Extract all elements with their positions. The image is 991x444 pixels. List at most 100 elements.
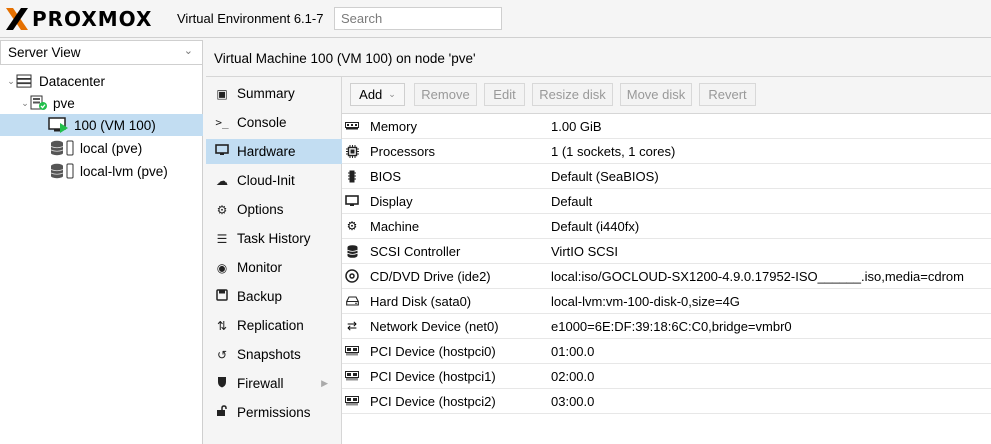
hardware-name: PCI Device (hostpci1) (370, 368, 496, 384)
cloud-icon: ☁ (216, 173, 228, 188)
tree-item-label: local-lvm (pve) (80, 163, 168, 179)
move-disk-button[interactable]: Move disk (620, 83, 692, 106)
vm-panel: Virtual Machine 100 (VM 100) on node 'pv… (206, 40, 991, 444)
nav-item-console[interactable]: >_ Console (206, 110, 342, 135)
tree-item-local[interactable]: local (pve) (0, 137, 203, 159)
nav-item-cloud-init[interactable]: ☁ Cloud-Init (206, 168, 342, 193)
hardware-value: local-lvm:vm-100-disk-0,size=4G (551, 293, 740, 309)
resource-tree-panel: Server View ⌄ ⌄ Datacenter ⌄ pve 100 (VM… (0, 40, 203, 444)
nav-item-label: Firewall (237, 376, 284, 391)
hardware-name: BIOS (370, 168, 402, 184)
revert-button[interactable]: Revert (699, 83, 756, 106)
shield-icon (214, 376, 230, 391)
tree-item-local-lvm[interactable]: local-lvm (pve) (0, 160, 203, 182)
nav-item-firewall[interactable]: Firewall ▶ (206, 371, 342, 396)
vm-running-icon (48, 117, 68, 133)
console-icon: >_ (215, 116, 229, 129)
retweet-icon: ⇅ (216, 318, 228, 333)
desktop-icon (214, 144, 230, 159)
nav-item-summary[interactable]: ▣ Summary (206, 81, 342, 106)
tree-toggle-icon[interactable]: ⌄ (6, 76, 16, 87)
hardware-row-memory[interactable]: Memory 1.00 GiB (342, 114, 991, 139)
hardware-value: 1.00 GiB (551, 118, 602, 134)
hardware-name: SCSI Controller (370, 243, 461, 259)
page-title: Virtual Machine 100 (VM 100) on node 'pv… (206, 40, 991, 77)
hardware-value: Default (SeaBIOS) (551, 168, 659, 184)
tree-item-vm-100[interactable]: 100 (VM 100) (0, 114, 203, 136)
hardware-view: Add ⌄ Remove Edit Resize disk Move disk … (342, 77, 991, 444)
nav-item-options[interactable]: ⚙ Options (206, 197, 342, 222)
nav-item-replication[interactable]: ⇅ Replication (206, 313, 342, 338)
tree-item-datacenter[interactable]: ⌄ Datacenter (0, 70, 203, 92)
product-version: Virtual Environment 6.1-7 (177, 11, 324, 26)
hardware-toolbar: Add ⌄ Remove Edit Resize disk Move disk … (342, 77, 991, 114)
remove-button[interactable]: Remove (414, 83, 477, 106)
storage-icon (50, 140, 74, 156)
datacenter-icon (16, 74, 32, 88)
nav-item-backup[interactable]: Backup (206, 284, 342, 309)
hardware-value: Default (i440fx) (551, 218, 640, 234)
add-button-label: Add (359, 87, 383, 102)
tree-toggle-icon[interactable]: ⌄ (20, 98, 30, 109)
cpu-icon (345, 144, 359, 158)
hardware-row-network-device[interactable]: ⇄ Network Device (net0) e1000=6E:DF:39:1… (342, 314, 991, 339)
hardware-row-bios[interactable]: BIOS Default (SeaBIOS) (342, 164, 991, 189)
hardware-name: Memory (370, 118, 417, 134)
nav-item-label: Replication (237, 318, 304, 333)
view-select[interactable]: Server View ⌄ (0, 40, 203, 65)
hardware-value: VirtIO SCSI (551, 243, 618, 259)
top-bar: PROXMOX Virtual Environment 6.1-7 (0, 0, 991, 38)
hardware-row-processors[interactable]: Processors 1 (1 sockets, 1 cores) (342, 139, 991, 164)
nav-item-monitor[interactable]: ◉ Monitor (206, 255, 342, 280)
history-icon: ↺ (216, 347, 228, 362)
list-icon: ☰ (216, 231, 228, 246)
microchip-icon (345, 170, 359, 183)
vm-config-nav: ▣ Summary >_ Console Hardware ☁ Cloud-In… (206, 77, 342, 444)
chevron-down-icon: ⌄ (388, 89, 396, 99)
hardware-row-pci-hostpci2[interactable]: PCI Device (hostpci2) 03:00.0 (342, 389, 991, 414)
hardware-row-cdrom[interactable]: CD/DVD Drive (ide2) local:iso/GOCLOUD-SX… (342, 264, 991, 289)
nav-item-hardware[interactable]: Hardware (206, 139, 342, 164)
hardware-row-pci-hostpci0[interactable]: PCI Device (hostpci0) 01:00.0 (342, 339, 991, 364)
hardware-value: 03:00.0 (551, 393, 595, 409)
tree-item-pve[interactable]: ⌄ pve (0, 92, 203, 114)
unlock-icon (214, 405, 230, 420)
proxmox-logo[interactable]: PROXMOX (4, 6, 152, 32)
edit-button[interactable]: Edit (484, 83, 525, 106)
pci-icon (345, 371, 359, 381)
hardware-row-machine[interactable]: ⚙ Machine Default (i440fx) (342, 214, 991, 239)
nav-item-label: Permissions (237, 405, 311, 420)
hardware-value: e1000=6E:DF:39:18:6C:C0,bridge=vmbr0 (551, 318, 792, 334)
hardware-name: PCI Device (hostpci2) (370, 393, 496, 409)
hardware-name: Display (370, 193, 413, 209)
nav-item-label: Summary (237, 86, 295, 101)
add-button[interactable]: Add ⌄ (350, 83, 405, 106)
hardware-name: Network Device (net0) (370, 318, 499, 334)
storage-icon (50, 163, 74, 179)
view-select-value: Server View (8, 45, 81, 60)
hardware-row-display[interactable]: Display Default (342, 189, 991, 214)
nav-item-permissions[interactable]: Permissions (206, 400, 342, 425)
hardware-row-pci-hostpci1[interactable]: PCI Device (hostpci1) 02:00.0 (342, 364, 991, 389)
search-input[interactable] (334, 7, 502, 30)
pci-icon (345, 346, 359, 356)
exchange-icon: ⇄ (346, 319, 358, 333)
desktop-icon (345, 195, 359, 207)
chevron-down-icon: ⌄ (183, 45, 193, 57)
nav-item-label: Monitor (237, 260, 283, 275)
hardware-value: local:iso/GOCLOUD-SX1200-4.9.0.17952-ISO… (551, 268, 964, 284)
tree-item-label: local (pve) (80, 140, 143, 156)
gear-icon: ⚙ (216, 202, 228, 217)
tree-item-label: Datacenter (39, 73, 106, 89)
hardware-name: CD/DVD Drive (ide2) (370, 268, 491, 284)
summary-icon: ▣ (216, 86, 228, 101)
chevron-right-icon[interactable]: ▶ (321, 378, 328, 389)
cdrom-icon (345, 269, 359, 283)
nav-item-label: Cloud-Init (237, 173, 295, 188)
nav-item-snapshots[interactable]: ↺ Snapshots (206, 342, 342, 367)
tree-item-label: pve (53, 95, 75, 111)
hardware-row-scsi-controller[interactable]: SCSI Controller VirtIO SCSI (342, 239, 991, 264)
hardware-row-hard-disk[interactable]: Hard Disk (sata0) local-lvm:vm-100-disk-… (342, 289, 991, 314)
nav-item-task-history[interactable]: ☰ Task History (206, 226, 342, 251)
resize-disk-button[interactable]: Resize disk (532, 83, 613, 106)
